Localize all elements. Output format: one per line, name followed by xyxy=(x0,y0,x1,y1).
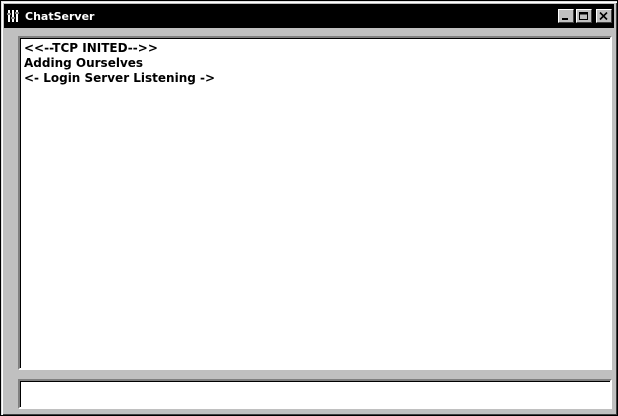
log-line: <- Login Server Listening -> xyxy=(24,71,216,85)
close-button[interactable] xyxy=(596,9,612,23)
window-title: ChatServer xyxy=(25,9,95,23)
chat-server-icon xyxy=(6,8,22,24)
server-log[interactable]: <<--TCP INITED-->> Adding Ourselves <- L… xyxy=(18,36,612,370)
minimize-icon xyxy=(562,17,568,20)
message-input[interactable] xyxy=(18,379,612,409)
chatserver-window: ChatServer <<--TCP INITED-->> Adding Our… xyxy=(0,0,618,416)
log-line: <<--TCP INITED-->> xyxy=(24,41,158,55)
window-controls xyxy=(558,9,612,23)
maximize-button[interactable] xyxy=(576,9,592,23)
title-bar[interactable]: ChatServer xyxy=(4,4,614,28)
minimize-button[interactable] xyxy=(558,9,574,23)
log-line: Adding Ourselves xyxy=(24,56,144,70)
close-icon xyxy=(599,11,608,20)
maximize-icon xyxy=(579,11,588,20)
